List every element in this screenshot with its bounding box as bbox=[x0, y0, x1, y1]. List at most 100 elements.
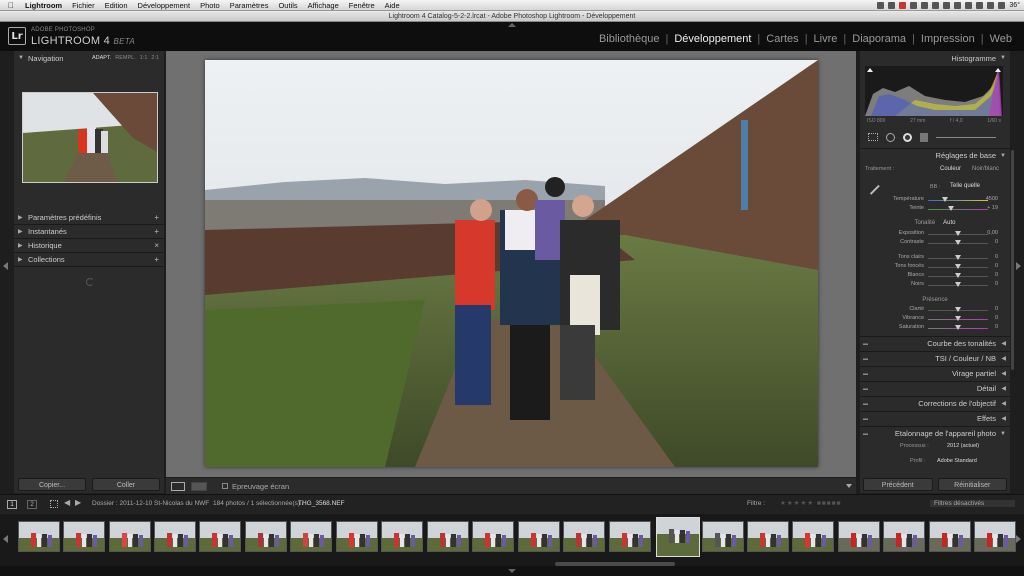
selected-filename[interactable]: THG_3568.NEF bbox=[298, 500, 345, 507]
module-web[interactable]: Web bbox=[984, 33, 1018, 45]
zoom-1-1[interactable]: 1:1 bbox=[140, 52, 148, 65]
soft-proof-checkbox[interactable] bbox=[222, 483, 228, 489]
tray-icon[interactable] bbox=[932, 2, 940, 9]
filmstrip-thumbnail[interactable] bbox=[472, 521, 514, 552]
tray-icon[interactable] bbox=[987, 2, 995, 9]
forward-arrow-icon[interactable]: ▶ bbox=[75, 498, 81, 507]
left-panel-toggle-icon[interactable] bbox=[3, 262, 8, 270]
menu-outils[interactable]: Outils bbox=[273, 1, 302, 10]
filmstrip-thumbnail[interactable] bbox=[702, 521, 744, 552]
crop-tool-icon[interactable] bbox=[868, 133, 878, 141]
slider-blacks[interactable]: Noirs 0 bbox=[862, 281, 1008, 290]
apple-menu-icon[interactable]:  bbox=[0, 1, 20, 10]
slider-contrast[interactable]: Contraste 0 bbox=[862, 239, 1008, 248]
process-dropdown[interactable]: 2012 (actuel) bbox=[947, 443, 979, 449]
brush-slider-icon[interactable] bbox=[936, 136, 996, 138]
filmstrip-thumbnail[interactable] bbox=[290, 521, 332, 552]
filmstrip-thumbnail[interactable] bbox=[792, 521, 834, 552]
filmstrip-thumbnail[interactable] bbox=[109, 521, 151, 552]
switch-icon[interactable]: ▬ bbox=[863, 412, 868, 426]
clear-history-icon[interactable]: × bbox=[154, 239, 159, 253]
tray-icon[interactable] bbox=[910, 2, 918, 9]
filmstrip-thumbnail[interactable] bbox=[245, 521, 287, 552]
reset-button[interactable]: Réinitialiser bbox=[937, 478, 1007, 491]
profile-dropdown[interactable]: Adobe Standard bbox=[937, 458, 977, 464]
filmstrip-thumbnail[interactable] bbox=[747, 521, 789, 552]
menu-fichier[interactable]: Fichier bbox=[67, 1, 100, 10]
copy-settings-button[interactable]: Copier... bbox=[18, 478, 86, 491]
toolbar-menu-icon[interactable] bbox=[846, 484, 852, 488]
redeye-icon[interactable] bbox=[903, 132, 912, 142]
section-hsl[interactable]: ▬ TSI / Couleur / NB ◀ bbox=[860, 351, 1010, 365]
tray-icon[interactable] bbox=[976, 2, 984, 9]
right-scrollbar[interactable] bbox=[1011, 150, 1014, 370]
top-panel-toggle-icon[interactable] bbox=[508, 23, 516, 27]
bottom-panel-toggle-icon[interactable] bbox=[508, 569, 516, 573]
tray-icon[interactable] bbox=[899, 2, 907, 9]
slider-vibrance[interactable]: Vibrance 0 bbox=[862, 315, 1008, 324]
treatment-color[interactable]: Couleur bbox=[940, 166, 961, 172]
panel-collections[interactable]: ▶ Collections + bbox=[14, 253, 164, 267]
previous-button[interactable]: Précédent bbox=[863, 478, 933, 491]
menu-photo[interactable]: Photo bbox=[195, 1, 225, 10]
filmstrip-thumbnail[interactable] bbox=[656, 517, 700, 557]
section-lens-corrections[interactable]: ▬ Corrections de l'objectif ◀ bbox=[860, 396, 1010, 410]
graduated-filter-icon[interactable] bbox=[920, 132, 928, 142]
histogram[interactable] bbox=[865, 66, 1003, 116]
module-diaporama[interactable]: Diaporama bbox=[846, 33, 912, 45]
section-tone-curve[interactable]: ▬ Courbe des tonalités ◀ bbox=[860, 336, 1010, 350]
slider-saturation[interactable]: Saturation 0 bbox=[862, 324, 1008, 333]
tray-icon[interactable] bbox=[943, 2, 951, 9]
section-detail[interactable]: ▬ Détail ◀ bbox=[860, 381, 1010, 395]
module-livre[interactable]: Livre bbox=[808, 33, 844, 45]
folder-path[interactable]: Dossier : 2011-12-10 St-Nicolas du NWF bbox=[92, 500, 209, 507]
tray-icon[interactable] bbox=[877, 2, 885, 9]
spot-removal-icon[interactable] bbox=[886, 132, 895, 142]
tray-icon[interactable] bbox=[888, 2, 896, 9]
paste-settings-button[interactable]: Coller bbox=[92, 478, 160, 491]
wb-dropdown[interactable]: Telle quelle bbox=[950, 183, 980, 189]
filmstrip-left-arrow-icon[interactable] bbox=[3, 535, 8, 543]
menu-lightroom[interactable]: Lightroom bbox=[20, 1, 67, 10]
section-camera-calibration[interactable]: ▬ Etalonnage de l'appareil photo ▼ bbox=[860, 426, 1010, 440]
grid-view-icon[interactable] bbox=[50, 500, 58, 508]
slider-shadows[interactable]: Tons foncés 0 bbox=[862, 263, 1008, 272]
module-cartes[interactable]: Cartes bbox=[760, 33, 804, 45]
switch-icon[interactable]: ▬ bbox=[863, 397, 868, 411]
slider-whites[interactable]: Blancs 0 bbox=[862, 272, 1008, 281]
loupe-view-icon[interactable] bbox=[171, 482, 185, 491]
filter-dropdown[interactable]: Filtres désactivés bbox=[930, 500, 1015, 507]
switch-icon[interactable]: ▬ bbox=[863, 382, 868, 396]
tray-icon[interactable] bbox=[998, 2, 1006, 9]
panel-snapshots[interactable]: ▶ Instantanés + bbox=[14, 225, 164, 239]
before-after-icon[interactable] bbox=[191, 482, 207, 491]
filmstrip-thumbnail[interactable] bbox=[609, 521, 651, 552]
slider-temperature[interactable]: Température 4500 bbox=[862, 196, 1008, 205]
filmstrip-thumbnail[interactable] bbox=[18, 521, 60, 552]
slider-clarity[interactable]: Clarté 0 bbox=[862, 306, 1008, 315]
filmstrip-thumbnail[interactable] bbox=[929, 521, 971, 552]
module-bibliotheque[interactable]: Bibliothèque bbox=[593, 33, 666, 45]
filmstrip-thumbnail[interactable] bbox=[563, 521, 605, 552]
filmstrip-thumbnail[interactable] bbox=[336, 521, 378, 552]
page-2-button[interactable]: 2 bbox=[27, 500, 37, 509]
menu-affichage[interactable]: Affichage bbox=[303, 1, 344, 10]
tray-icon[interactable] bbox=[965, 2, 973, 9]
histogram-header[interactable]: Histogramme ▼ bbox=[860, 52, 1010, 65]
zoom-2-1[interactable]: 2:1 bbox=[151, 52, 159, 65]
zoom-fill[interactable]: REMPL. bbox=[115, 52, 135, 65]
filmstrip-thumbnail[interactable] bbox=[154, 521, 196, 552]
filmstrip-thumbnail[interactable] bbox=[974, 521, 1016, 552]
section-effects[interactable]: ▬ Effets ◀ bbox=[860, 411, 1010, 425]
module-developpement[interactable]: Développement bbox=[668, 33, 757, 45]
treatment-bw[interactable]: Noir/blanc bbox=[972, 166, 999, 172]
menu-fenetre[interactable]: Fenêtre bbox=[344, 1, 380, 10]
filmstrip-thumbnail[interactable] bbox=[883, 521, 925, 552]
section-basic[interactable]: Réglages de base ▼ bbox=[860, 148, 1010, 162]
menu-aide[interactable]: Aide bbox=[380, 1, 405, 10]
filmstrip-thumbnail[interactable] bbox=[518, 521, 560, 552]
slider-exposure[interactable]: Exposition 0,00 bbox=[862, 230, 1008, 239]
page-1-button[interactable]: 1 bbox=[7, 500, 17, 509]
filmstrip-thumbnail[interactable] bbox=[381, 521, 423, 552]
tray-icon[interactable] bbox=[921, 2, 929, 9]
